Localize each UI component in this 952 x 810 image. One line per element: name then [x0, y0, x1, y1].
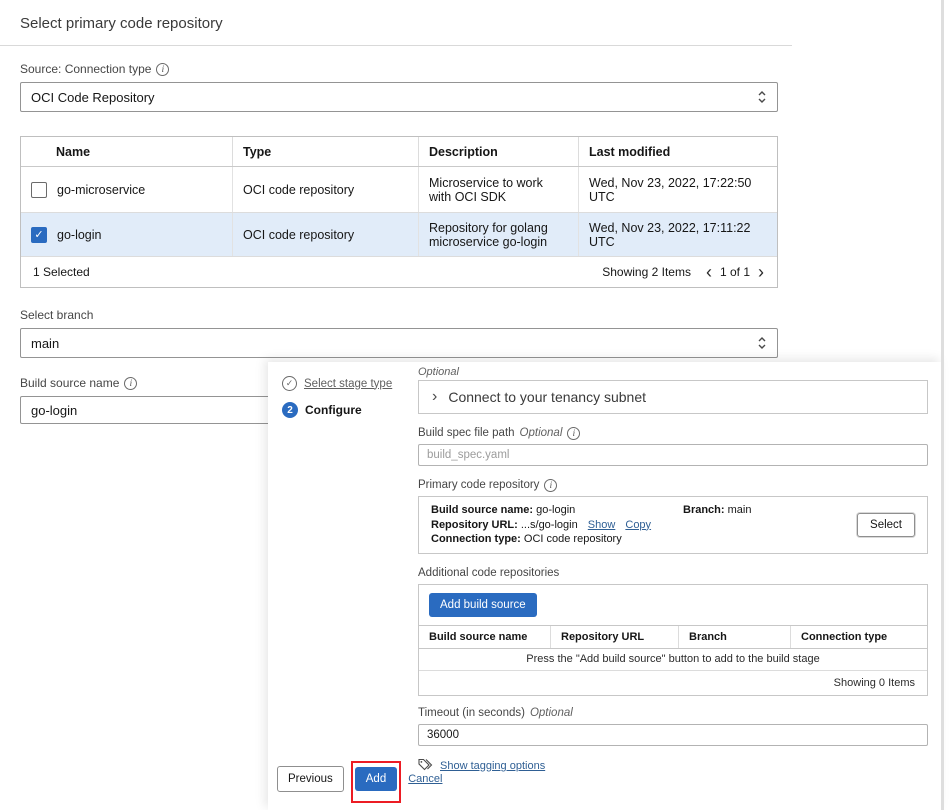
col-header-name: Name [21, 137, 233, 166]
col-build-source-name: Build source name [419, 625, 551, 648]
timeout-label: Timeout (in seconds) Optional [418, 706, 573, 719]
col-connection-type: Connection type [801, 630, 888, 643]
step-number-badge: 2 [282, 402, 298, 418]
col-header-last-modified: Last modified [589, 144, 671, 159]
select-primary-repo-dialog: Select primary code repository Source: C… [0, 0, 792, 424]
dialog-title: Select primary code repository [20, 15, 223, 32]
repo-last-modified: Wed, Nov 23, 2022, 17:11:22 UTC [589, 220, 751, 249]
repo-url-key: Repository URL: [431, 518, 518, 531]
showing-items-text: Showing 2 Items [602, 265, 691, 279]
repo-name: go-microservice [57, 182, 146, 197]
cancel-link[interactable]: Cancel [408, 773, 442, 785]
branch-val: main [727, 504, 752, 516]
repo-type: OCI code repository [243, 227, 355, 242]
page-indicator: 1 of 1 [719, 265, 750, 279]
add-button[interactable]: Add [354, 767, 398, 791]
subnet-expander[interactable]: › Connect to your tenancy subnet [418, 380, 928, 414]
selected-count: 1 Selected [33, 265, 90, 279]
subnet-title: Connect to your tenancy subnet [448, 389, 647, 405]
page-edge [941, 0, 944, 810]
repo-last-modified: Wed, Nov 23, 2022, 17:22:50 UTC [589, 175, 752, 204]
step-label: Configure [305, 403, 362, 417]
prev-page-icon[interactable]: ‹ [705, 263, 713, 281]
repo-url-val: ...s/go-login [520, 518, 578, 531]
branch-key: Branch: [683, 504, 725, 516]
select-stepper-icon [757, 89, 767, 105]
configure-stage-panel: ✓ Select stage type 2 Configure Optional… [268, 362, 942, 810]
build-source-name-val: go-login [536, 504, 576, 516]
build-spec-label: Build spec file path Optional i [418, 426, 928, 440]
table-footer: 1 Selected Showing 2 Items ‹ 1 of 1 › [21, 257, 777, 287]
connection-type-val: OCI code repository [523, 533, 622, 545]
additional-table-header: Build source name Repository URL Branch … [419, 624, 927, 649]
add-build-source-button[interactable]: Add build source [429, 592, 537, 617]
chevron-right-icon: › [432, 388, 438, 405]
tagging-options-row: Show tagging options [418, 758, 928, 775]
pagination: ‹ 1 of 1 › [705, 263, 765, 281]
repo-name: go-login [57, 227, 102, 242]
connection-type-key: Connection type: [431, 533, 521, 545]
source-connection-type-label: Source: Connection type i [20, 62, 778, 76]
additional-repos-box: Add build source Build source name Repos… [418, 583, 928, 696]
optional-label: Optional [418, 366, 459, 378]
wizard-footer: Previous Add Cancel [277, 761, 442, 803]
show-url-link[interactable]: Show [588, 519, 616, 531]
info-icon[interactable]: i [544, 478, 558, 492]
copy-url-link[interactable]: Copy [625, 519, 651, 531]
branch-value: main [31, 335, 60, 351]
build-spec-input[interactable] [418, 444, 928, 466]
previous-button[interactable]: Previous [277, 766, 344, 792]
select-repo-button[interactable]: Select [857, 512, 915, 537]
info-icon[interactable]: i [124, 376, 138, 390]
select-stepper-icon [757, 335, 767, 351]
primary-repo-label: Primary code repository i [418, 478, 928, 492]
build-source-name-key: Build source name: [431, 504, 534, 516]
branch-select[interactable]: main [20, 328, 778, 358]
repo-type: OCI code repository [243, 182, 355, 197]
primary-repo-summary: Build source name: go-login Branch: main… [418, 496, 928, 554]
check-circle-icon: ✓ [282, 376, 297, 391]
wizard-steps: ✓ Select stage type 2 Configure [282, 376, 414, 418]
info-icon[interactable]: i [567, 426, 581, 440]
step-select-stage-type[interactable]: ✓ Select stage type [282, 376, 414, 391]
row-checkbox[interactable] [31, 181, 47, 198]
empty-table-message: Press the "Add build source" button to a… [419, 649, 927, 671]
next-page-icon[interactable]: › [757, 263, 765, 281]
row-checkbox-checked[interactable]: ✓ [31, 226, 47, 243]
select-branch-label: Select branch [20, 308, 94, 322]
col-repository-url: Repository URL [551, 625, 679, 648]
repository-table: Name Type Description Last modified go-m… [20, 136, 778, 288]
title-divider [0, 45, 792, 46]
col-header-type: Type [233, 137, 419, 166]
connection-type-value: OCI Code Repository [31, 89, 155, 105]
repo-description: Repository for golang microservice go-lo… [429, 220, 548, 249]
show-tagging-options-link[interactable]: Show tagging options [440, 760, 545, 772]
table-row[interactable]: ✓ go-login OCI code repository Repositor… [21, 213, 777, 257]
info-icon[interactable]: i [156, 62, 170, 76]
table-row[interactable]: go-microservice OCI code repository Micr… [21, 167, 777, 213]
col-branch: Branch [679, 625, 791, 648]
connection-type-select[interactable]: OCI Code Repository [20, 82, 778, 112]
additional-repos-label: Additional code repositories [418, 566, 560, 579]
table-header-row: Name Type Description Last modified [21, 137, 777, 167]
col-header-description: Description [419, 137, 579, 166]
showing-items-text: Showing 0 Items [833, 676, 915, 689]
repo-description: Microservice to work with OCI SDK [429, 175, 543, 204]
timeout-input[interactable] [418, 723, 928, 746]
step-label[interactable]: Select stage type [304, 378, 392, 390]
step-configure: 2 Configure [282, 402, 414, 418]
